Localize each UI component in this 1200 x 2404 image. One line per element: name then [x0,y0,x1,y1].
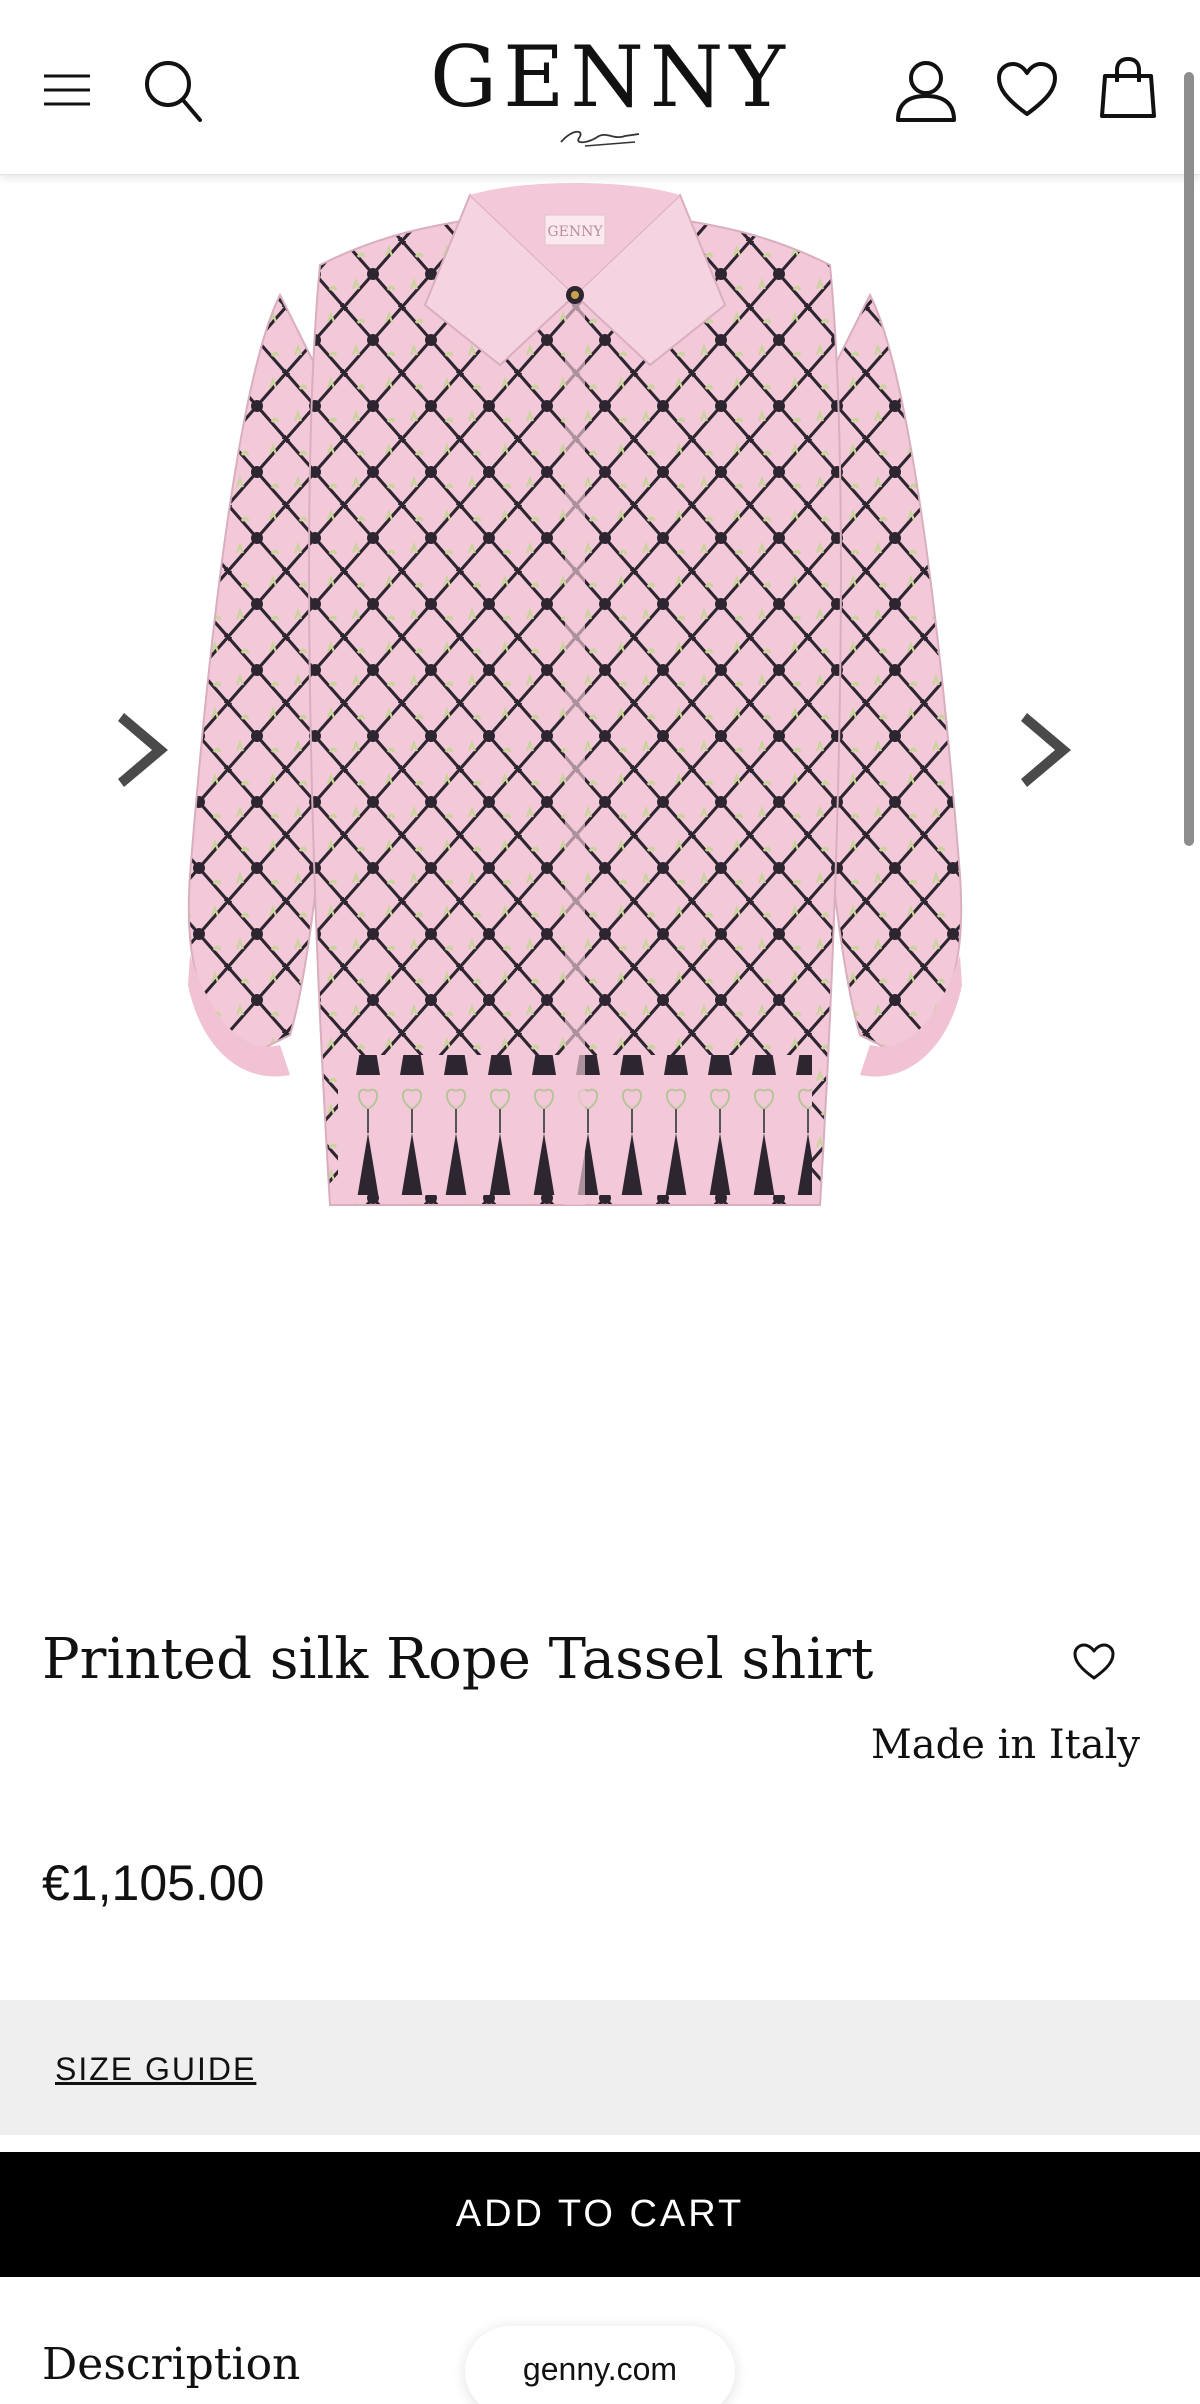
search-icon[interactable] [142,58,204,124]
product-title: Printed silk Rope Tassel shirt [42,1627,874,1692]
origin-label: Made in Italy [870,1722,1140,1768]
menu-icon[interactable] [42,70,92,110]
heart-icon[interactable] [1072,1642,1116,1682]
chevron-right-icon[interactable] [1015,705,1085,795]
size-section: SIZE GUIDE [0,2000,1200,2135]
add-to-cart-button[interactable]: ADD TO CART [0,2152,1200,2277]
brand-logo[interactable]: GENNY [430,28,791,150]
label-brand: GENNY [547,224,603,240]
product-price: €1,105.00 [42,1855,265,1911]
description-heading[interactable]: Description [42,2335,300,2395]
product-gallery: GENNY [0,175,1200,1555]
browser-url-pill[interactable]: genny.com [465,2326,735,2404]
brand-wordmark: GENNY [430,28,791,126]
site-header: GENNY [0,0,1200,175]
bag-icon[interactable] [1100,56,1156,120]
account-icon[interactable] [892,58,960,124]
heart-icon[interactable] [995,60,1059,120]
size-guide-link[interactable]: SIZE GUIDE [55,2050,256,2088]
signature-icon [560,130,640,147]
product-image[interactable]: GENNY [170,175,980,1215]
chevron-right-icon[interactable] [112,705,182,795]
page-scrollbar[interactable] [1184,72,1194,846]
